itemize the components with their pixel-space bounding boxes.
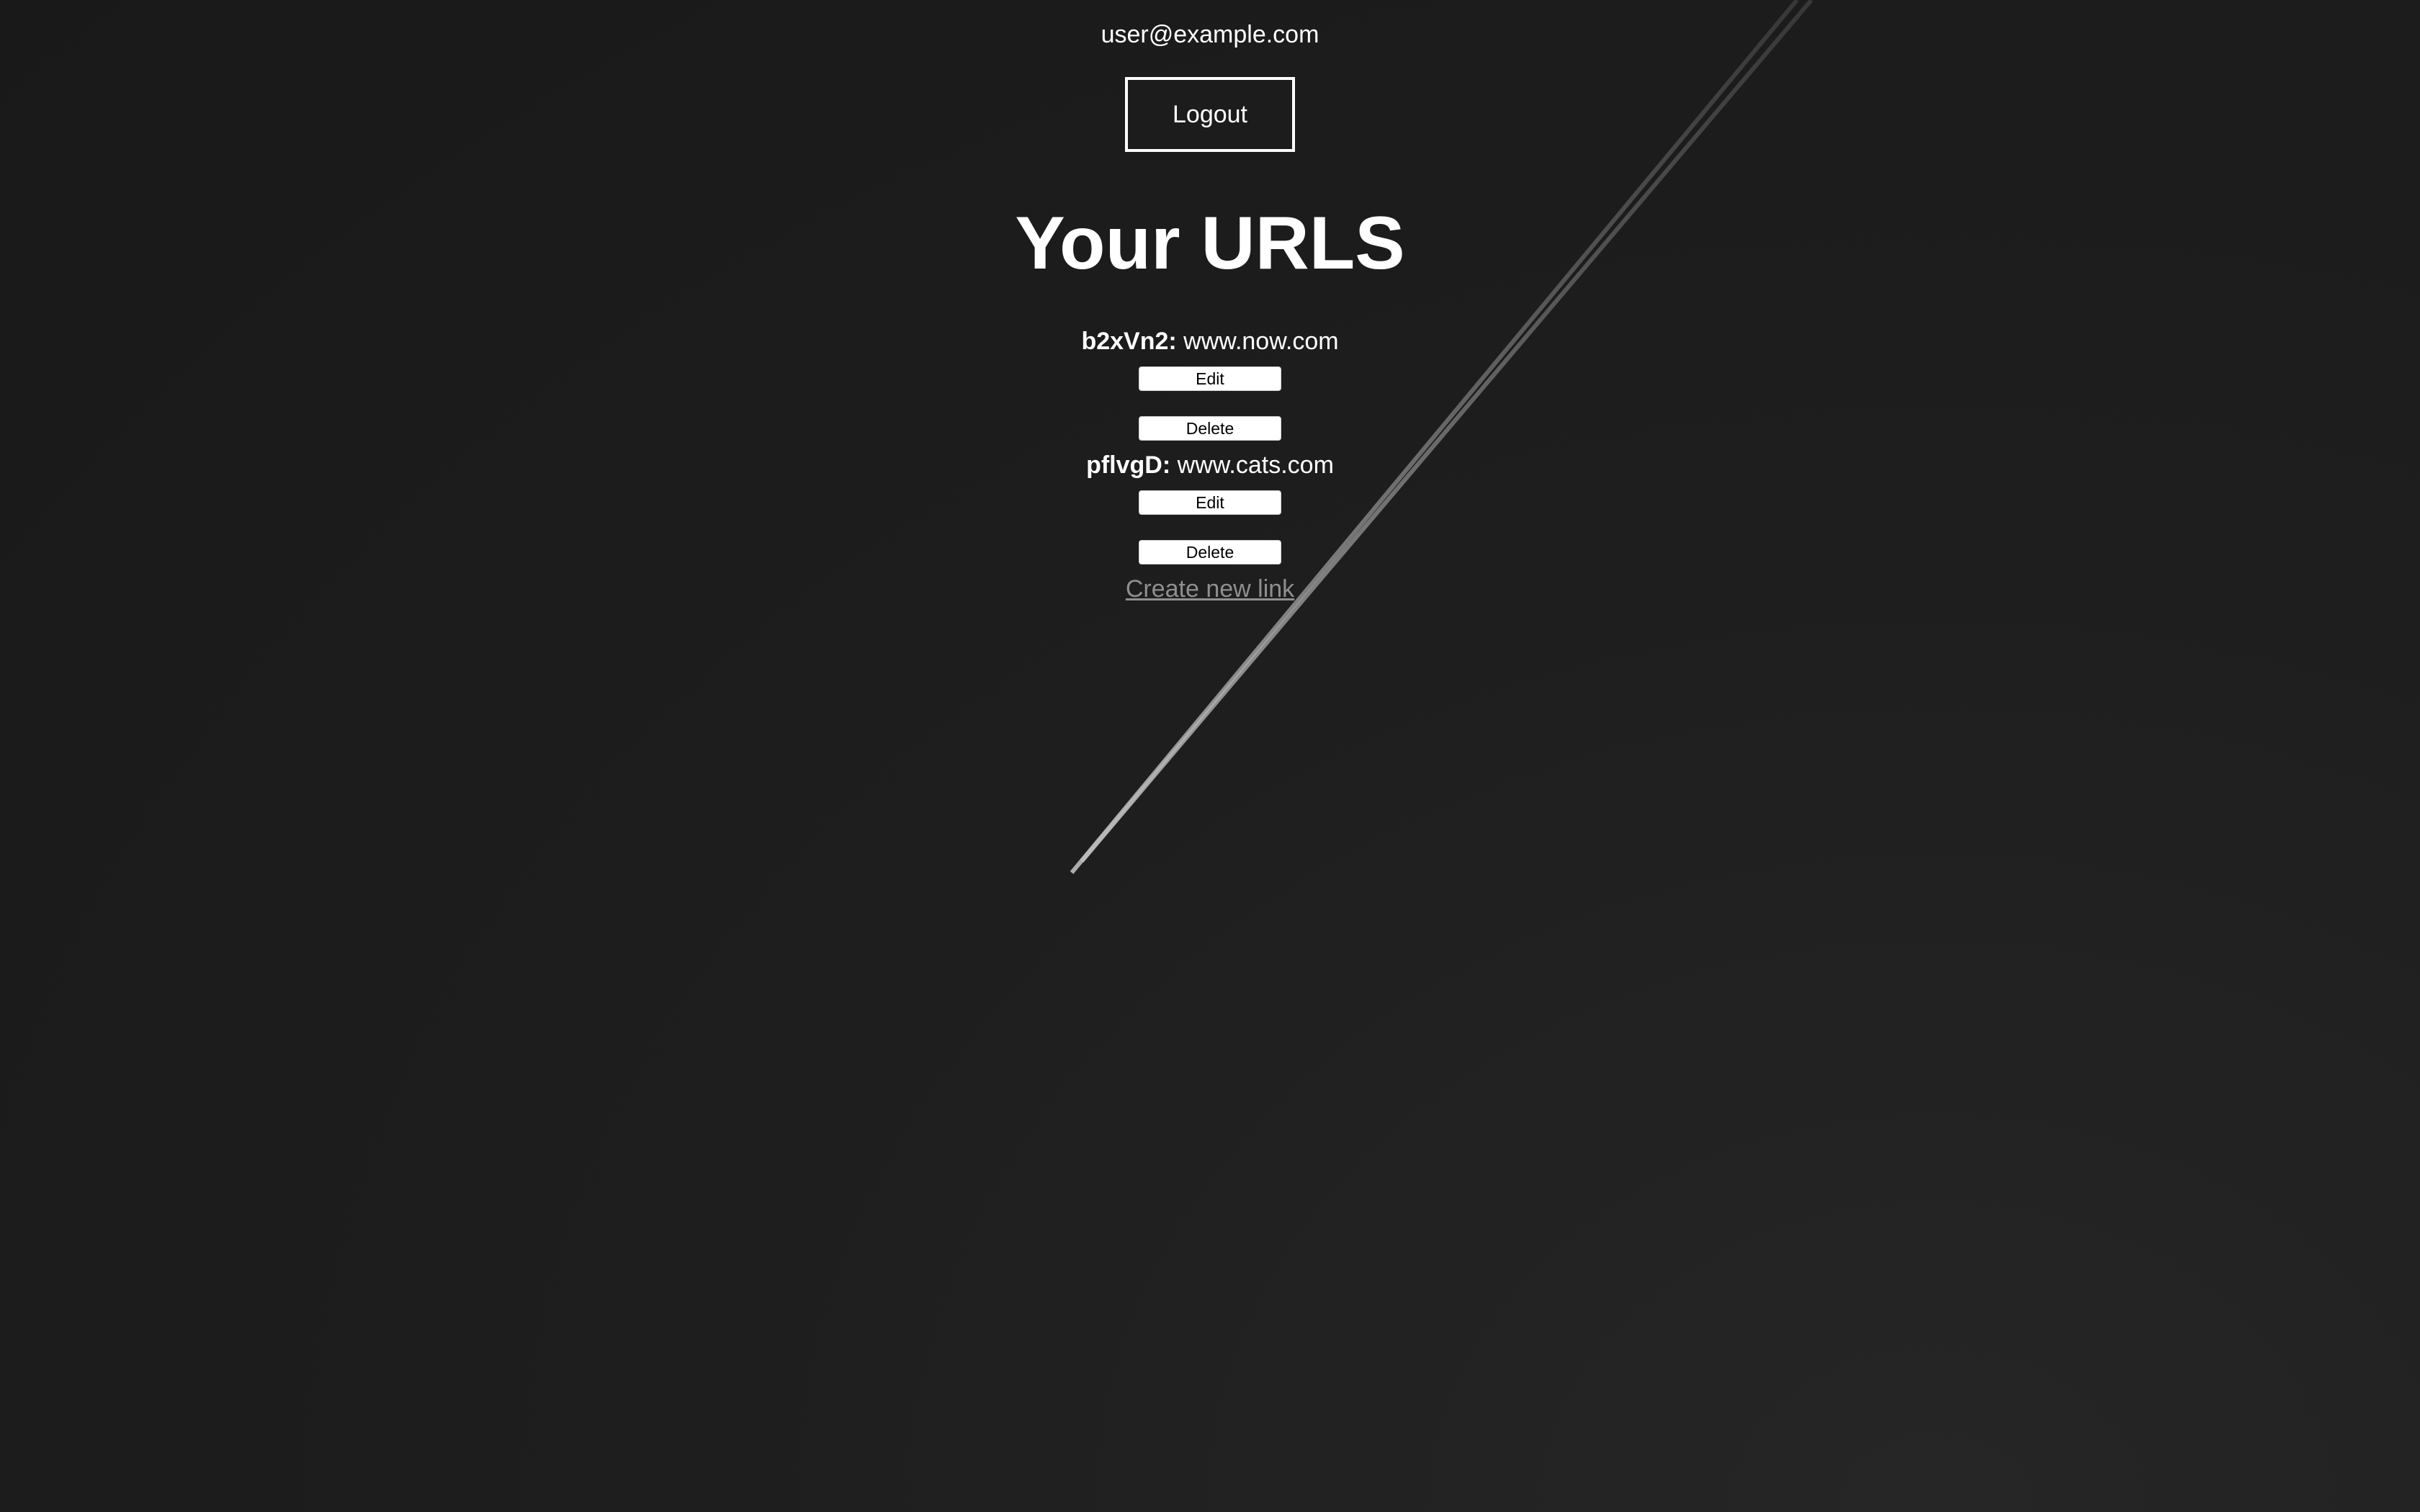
- delete-button[interactable]: Delete: [1139, 416, 1281, 441]
- create-new-link[interactable]: Create new link: [1126, 575, 1294, 603]
- url-line: b2xVn2: www.now.com: [0, 325, 2420, 357]
- create-link-container: Create new link: [0, 573, 2420, 605]
- logout-button[interactable]: Logout: [1125, 77, 1295, 152]
- short-url-id: b2xVn2:: [1081, 328, 1177, 355]
- url-line: pflvgD: www.cats.com: [0, 449, 2420, 481]
- edit-button[interactable]: Edit: [1139, 366, 1281, 391]
- short-url-id: pflvgD:: [1086, 451, 1171, 479]
- long-url: www.now.com: [1183, 328, 1339, 355]
- edit-button[interactable]: Edit: [1139, 490, 1281, 515]
- long-url: www.cats.com: [1177, 451, 1334, 479]
- delete-button[interactable]: Delete: [1139, 540, 1281, 564]
- page-title: Your URLS: [1015, 202, 1405, 285]
- user-email: user@example.com: [1101, 21, 1319, 48]
